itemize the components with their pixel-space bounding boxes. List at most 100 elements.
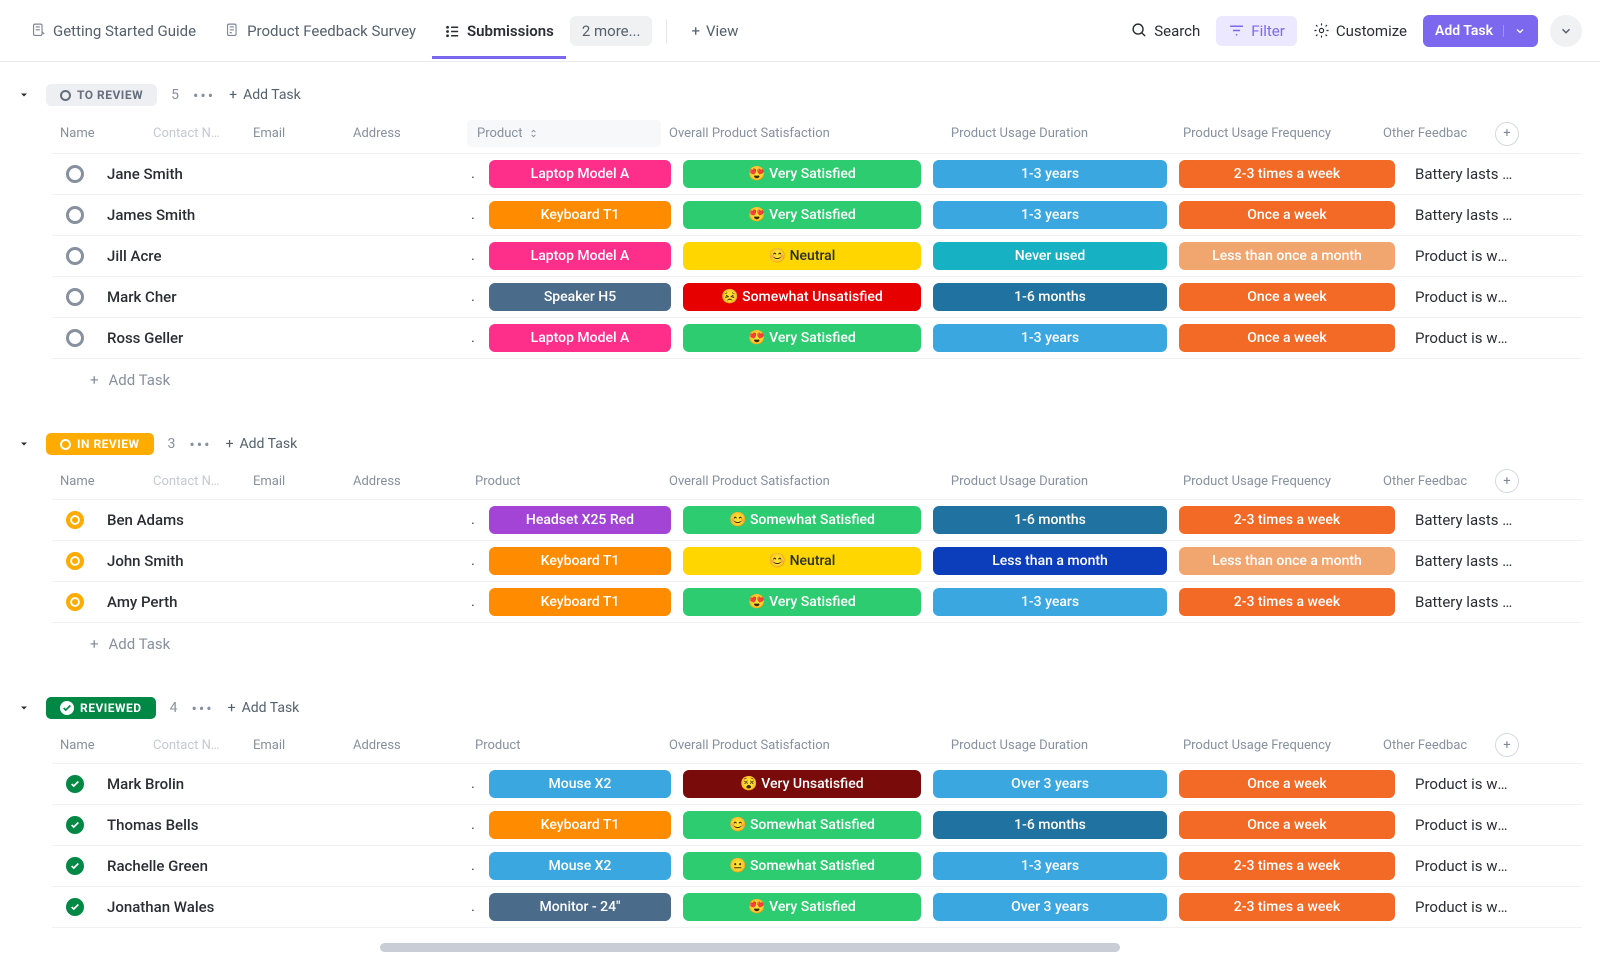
col-duration[interactable]: Product Usage Duration [900,474,1139,489]
cell-product[interactable]: Mouse X2 [489,770,671,798]
cell-product[interactable]: Mouse X2 [489,852,671,880]
row-name[interactable]: Jill Acre [107,247,463,265]
add-column-button[interactable]: + [1495,733,1519,757]
tab-getting-started[interactable]: Getting Started Guide [18,12,208,50]
cell-frequency[interactable]: Less than once a month [1179,242,1395,270]
cell-duration[interactable]: 1-6 months [933,506,1167,534]
cell-duration[interactable]: 1-3 years [933,201,1167,229]
cell-satisfaction[interactable]: 😍 Very Satisfied [683,201,921,229]
cell-frequency[interactable]: Once a week [1179,770,1395,798]
row-name[interactable]: Jonathan Wales [107,898,463,916]
add-view-button[interactable]: + View [681,16,748,46]
col-email[interactable]: Email [245,474,345,489]
cell-frequency[interactable]: 2-3 times a week [1179,160,1395,188]
col-name[interactable]: Name [52,474,145,489]
cell-satisfaction[interactable]: 😣 Somewhat Unsatisfied [683,283,921,311]
col-feedback[interactable]: Other Feedbac [1375,474,1495,489]
cell-satisfaction[interactable]: 😍 Very Satisfied [683,893,921,921]
row-status-icon[interactable] [66,511,84,529]
col-frequency[interactable]: Product Usage Frequency [1139,474,1375,489]
col-name[interactable]: Name [52,738,145,753]
cell-duration[interactable]: 1-6 months [933,283,1167,311]
cell-satisfaction[interactable]: 😍 Very Satisfied [683,588,921,616]
cell-duration[interactable]: Over 3 years [933,893,1167,921]
cell-feedback[interactable]: Product is wor… [1401,329,1521,347]
cell-feedback[interactable]: Product is wor… [1401,775,1521,793]
cell-feedback[interactable]: Battery lasts … [1401,552,1521,570]
cell-product[interactable]: Laptop Model A [489,242,671,270]
cell-feedback[interactable]: Product is wor… [1401,898,1521,916]
row-status-icon[interactable] [66,593,84,611]
col-feedback[interactable]: Other Feedbac [1375,738,1495,753]
cell-satisfaction[interactable]: 😍 Very Satisfied [683,160,921,188]
col-contact[interactable]: Contact N… [145,738,245,753]
group-more-icon[interactable]: ••• [189,435,211,454]
row-name[interactable]: Thomas Bells [107,816,463,834]
more-menu-button[interactable] [1550,15,1582,47]
cell-satisfaction[interactable]: 😐 Somewhat Satisfied [683,852,921,880]
cell-feedback[interactable]: Battery lasts … [1401,165,1521,183]
cell-feedback[interactable]: Product is wor… [1401,288,1521,306]
cell-frequency[interactable]: 2-3 times a week [1179,588,1395,616]
cell-frequency[interactable]: Less than once a month [1179,547,1395,575]
col-satisfaction[interactable]: Overall Product Satisfaction [661,126,900,141]
group-add-task-button[interactable]: + Add Task [226,436,298,452]
cell-feedback[interactable]: Product is wor… [1401,247,1521,265]
row-name[interactable]: Mark Brolin [107,775,463,793]
col-product[interactable]: Product [467,738,661,753]
tab-feedback-survey[interactable]: Product Feedback Survey [212,12,428,50]
cell-product[interactable]: Laptop Model A [489,160,671,188]
row-name[interactable]: John Smith [107,552,463,570]
cell-duration[interactable]: 1-3 years [933,588,1167,616]
cell-feedback[interactable]: Product is wor… [1401,816,1521,834]
status-badge[interactable]: REVIEWED [46,697,156,719]
cell-frequency[interactable]: Once a week [1179,811,1395,839]
add-task-button[interactable]: Add Task [1423,15,1538,47]
cell-product[interactable]: Speaker H5 [489,283,671,311]
row-status-icon[interactable] [66,206,84,224]
cell-product[interactable]: Keyboard T1 [489,547,671,575]
cell-duration[interactable]: 1-3 years [933,852,1167,880]
cell-feedback[interactable]: Battery lasts … [1401,206,1521,224]
group-add-task-button[interactable]: + Add Task [228,700,300,716]
cell-frequency[interactable]: Once a week [1179,201,1395,229]
col-address[interactable]: Address [345,474,467,489]
row-name[interactable]: James Smith [107,206,463,224]
cell-product[interactable]: Headset X25 Red [489,506,671,534]
col-email[interactable]: Email [245,126,345,141]
table-row[interactable]: Mark Cher.Speaker H5😣 Somewhat Unsatisfi… [52,277,1582,318]
add-task-row[interactable]: +Add Task [18,623,1582,665]
row-status-icon[interactable] [66,552,84,570]
table-row[interactable]: Jill Acre.Laptop Model A😊 NeutralNever u… [52,236,1582,277]
table-row[interactable]: Rachelle Green.Mouse X2😐 Somewhat Satisf… [52,846,1582,887]
cell-frequency[interactable]: 2-3 times a week [1179,506,1395,534]
chevron-down-icon[interactable] [1503,25,1526,37]
cell-frequency[interactable]: Once a week [1179,324,1395,352]
table-row[interactable]: Jonathan Wales.Monitor - 24"😍 Very Satis… [52,887,1582,928]
cell-satisfaction[interactable]: 😵 Very Unsatisfied [683,770,921,798]
cell-duration[interactable]: 1-3 years [933,324,1167,352]
cell-feedback[interactable]: Battery lasts … [1401,593,1521,611]
cell-satisfaction[interactable]: 😊 Neutral [683,242,921,270]
status-badge[interactable]: IN REVIEW [46,433,154,455]
row-status-icon[interactable] [66,247,84,265]
customize-button[interactable]: Customize [1301,16,1419,46]
cell-satisfaction[interactable]: 😍 Very Satisfied [683,324,921,352]
cell-feedback[interactable]: Battery lasts … [1401,511,1521,529]
row-status-icon[interactable] [66,775,84,793]
collapse-icon[interactable] [18,438,32,450]
cell-product[interactable]: Keyboard T1 [489,811,671,839]
cell-feedback[interactable]: Product is wor… [1401,857,1521,875]
row-name[interactable]: Ross Geller [107,329,463,347]
col-satisfaction[interactable]: Overall Product Satisfaction [661,474,900,489]
cell-product[interactable]: Keyboard T1 [489,588,671,616]
col-address[interactable]: Address [345,126,467,141]
collapse-icon[interactable] [18,702,32,714]
row-status-icon[interactable] [66,816,84,834]
table-row[interactable]: Mark Brolin.Mouse X2😵 Very UnsatisfiedOv… [52,764,1582,805]
table-row[interactable]: John Smith.Keyboard T1😊 NeutralLess than… [52,541,1582,582]
cell-frequency[interactable]: 2-3 times a week [1179,852,1395,880]
cell-duration[interactable]: Over 3 years [933,770,1167,798]
cell-frequency[interactable]: 2-3 times a week [1179,893,1395,921]
group-more-icon[interactable]: ••• [193,86,215,105]
